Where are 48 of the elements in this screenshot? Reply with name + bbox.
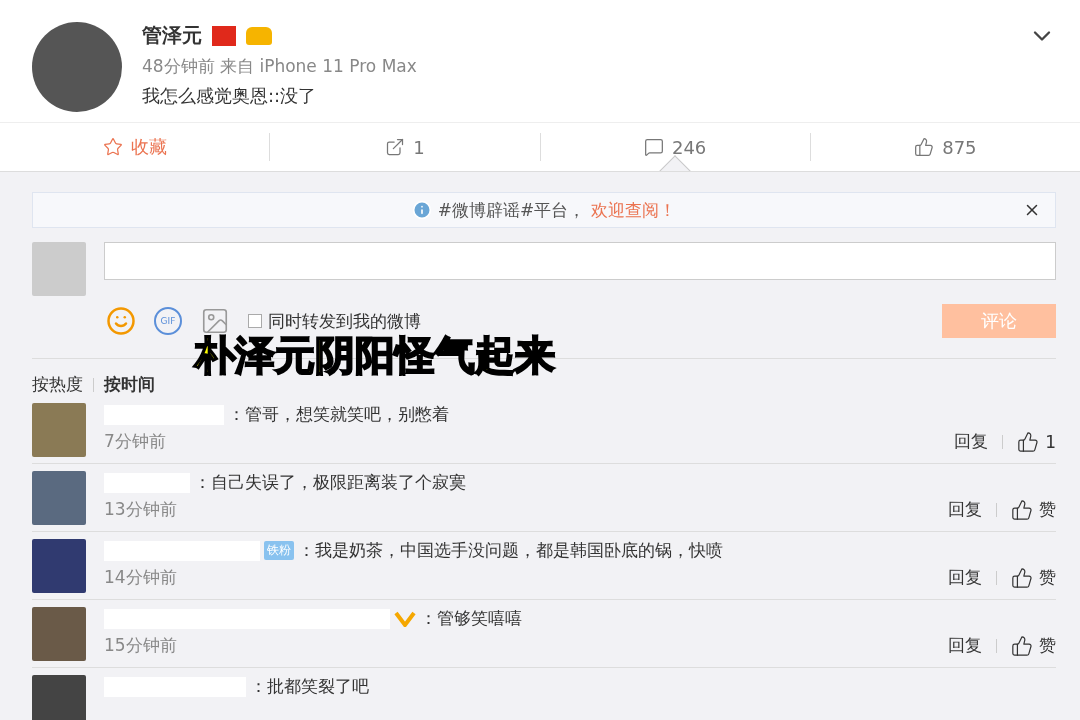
comment-time: 15分钟前 [104,634,177,657]
comment-text: ：批都笑裂了吧 [250,675,369,698]
reply-button[interactable]: 回复 [954,430,989,453]
video-caption: 朴泽元阴阳怪气起来 [195,331,555,380]
sort-tab[interactable]: 按时间 [104,373,155,396]
fan-badge: 铁粉 [264,541,294,560]
comment-text: ：管哥，想笑就笑吧，别憋着 [228,403,449,426]
emoji-icon[interactable] [106,306,136,336]
repost-button[interactable]: 1 [270,123,540,171]
star-icon [102,137,123,157]
commenter-avatar [32,607,86,661]
comment-time: 13分钟前 [104,498,177,521]
thumbs-up-icon [1011,498,1033,521]
repost-label: 同时转发到我的微博 [268,309,421,333]
commenter-avatar [32,539,86,593]
thumbs-up-icon [914,137,935,157]
comment-text: ：管够笑嘻嘻 [420,607,522,630]
comment-text: ：自己失误了，极限距离装了个寂寞 [194,471,466,494]
reply-button[interactable]: 回复 [948,566,982,589]
author-name[interactable]: 管泽元 [142,22,202,49]
like-button[interactable]: 赞 [1011,634,1056,657]
like-button[interactable]: 赞 [1011,566,1056,589]
comment-input[interactable] [104,242,1056,280]
comment-time: 7分钟前 [104,430,166,453]
comment-icon [643,137,664,157]
v-icon [394,610,416,627]
info-icon [411,200,432,220]
share-icon [385,137,406,157]
notice-text: #微博辟谣#平台， [437,198,586,222]
thumbs-up-icon [1011,566,1033,589]
image-icon[interactable] [200,306,230,336]
reply-button[interactable]: 回复 [948,634,982,657]
user-avatar [32,242,86,296]
like-button[interactable]: 875 [810,123,1080,171]
commenter-avatar [32,471,86,525]
thumbs-up-icon [1011,634,1033,657]
comment-text: ：我是奶茶，中国选手没问题，都是韩国卧底的锅，快喷 [298,539,723,562]
commenter-avatar [32,403,86,457]
sort-tab[interactable]: 按热度 [32,373,83,396]
post-text: 我怎么感觉奥恩::没了 [142,84,318,108]
comment-time: 14分钟前 [104,566,177,589]
commenter-avatar [32,675,86,720]
thumbs-up-icon [1017,430,1040,453]
repost-checkbox[interactable] [248,314,262,328]
like-button[interactable]: 赞 [1011,498,1056,521]
reply-button[interactable]: 回复 [948,498,982,521]
like-button[interactable]: 1 [1017,430,1056,453]
post-meta: 48分钟前 来自 iPhone 11 Pro Max [142,55,417,78]
